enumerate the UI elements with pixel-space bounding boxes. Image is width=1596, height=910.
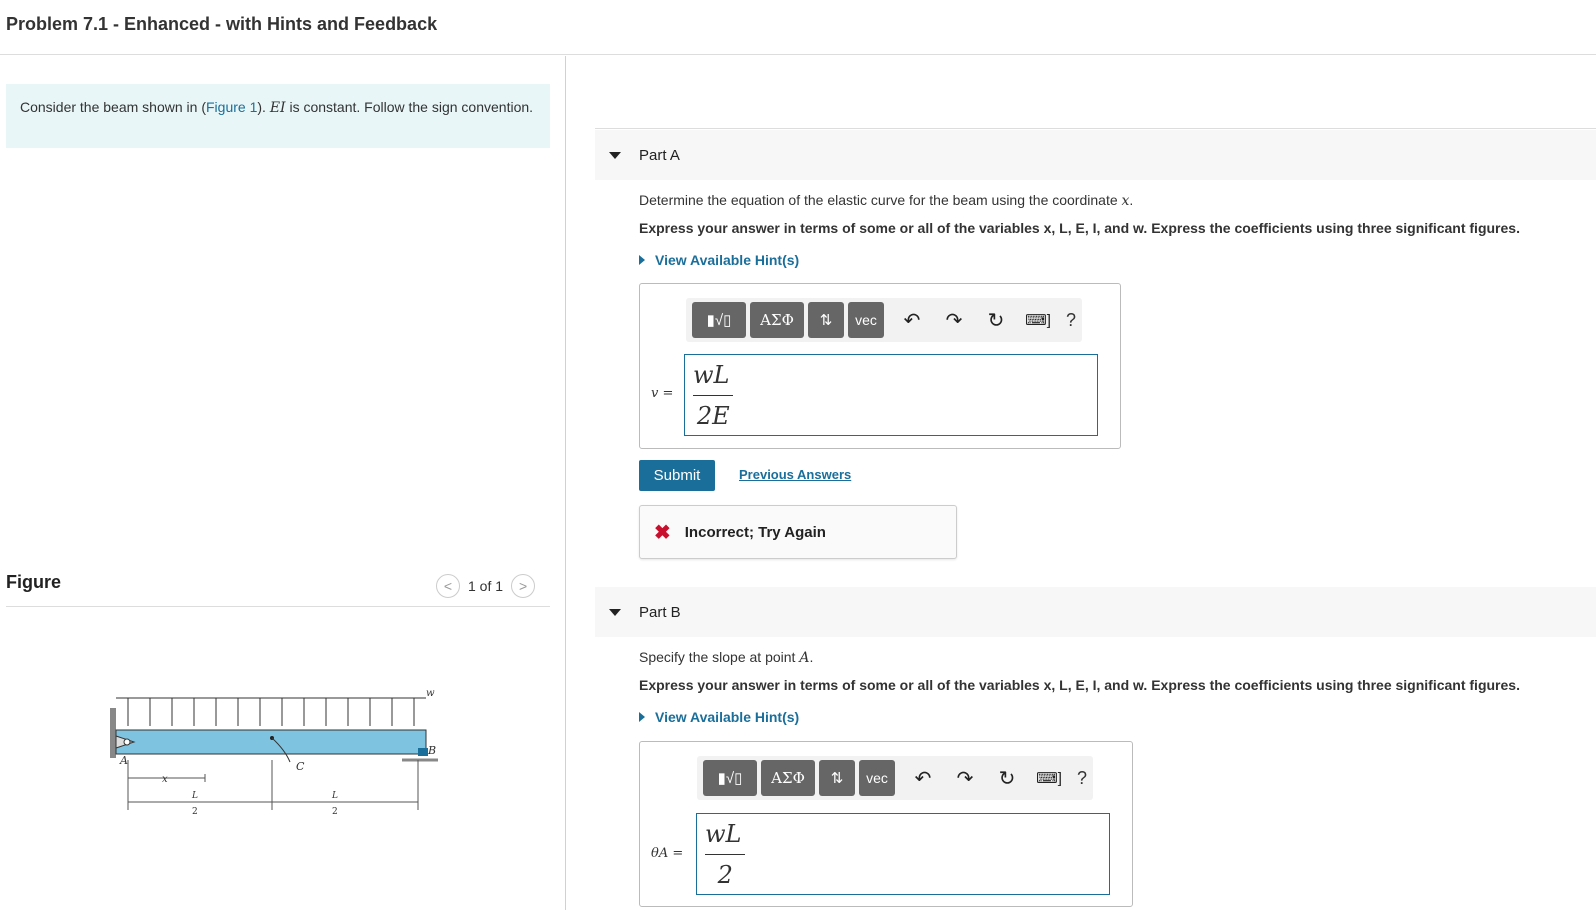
previous-answers-link[interactable]: Previous Answers <box>739 467 851 482</box>
part-b-hints-label: View Available Hint(s) <box>655 709 800 725</box>
keyboard-icon[interactable]: ⌨] <box>1031 760 1067 796</box>
expand-triangle-icon <box>639 255 645 265</box>
vec-button[interactable]: vec <box>859 760 895 796</box>
part-a-hints-label: View Available Hint(s) <box>655 252 800 268</box>
label-b: B <box>427 744 436 757</box>
parts-top-divider <box>595 128 1596 129</box>
pane-divider[interactable] <box>565 56 566 910</box>
collapse-caret-icon[interactable] <box>609 608 621 616</box>
title-divider <box>0 54 1596 55</box>
help-icon[interactable]: ? <box>1077 768 1087 789</box>
prev-figure-button[interactable]: < <box>436 574 460 598</box>
part-a-question-var: x <box>1121 193 1130 209</box>
greek-button[interactable]: ΑΣΦ <box>750 302 804 338</box>
part-a-hints-toggle[interactable]: View Available Hint(s) <box>639 252 799 268</box>
feedback-message: Incorrect; Try Again <box>684 523 826 541</box>
part-b-fraction: wL 2 <box>705 820 745 889</box>
part-a-question-text: Determine the equation of the elastic cu… <box>639 192 1118 208</box>
part-b-var-label: θA = <box>651 846 684 861</box>
intro-text-mid: ). <box>257 99 270 115</box>
beam-figure: w A B C x L 2 L 2 <box>110 690 438 817</box>
part-b-label: Part B <box>639 603 681 621</box>
figure-link[interactable]: Figure 1 <box>206 99 257 115</box>
vec-button[interactable]: vec <box>848 302 884 338</box>
label-l-left: L <box>191 791 198 801</box>
label-2-right: 2 <box>332 807 338 817</box>
label-c: C <box>296 760 305 773</box>
part-b-question-var: A <box>799 650 810 666</box>
part-a-denominator: 2E <box>696 402 730 430</box>
collapse-caret-icon[interactable] <box>609 151 621 159</box>
roller-b <box>418 748 428 756</box>
part-b-numerator: wL <box>705 820 742 848</box>
part-a-fraction: wL 2E <box>693 361 733 430</box>
intro-text-end: is constant. Follow the sign convention. <box>285 99 534 115</box>
help-icon[interactable]: ? <box>1066 310 1076 331</box>
undo-icon[interactable]: ↶ <box>894 302 930 338</box>
label-a: A <box>119 754 128 767</box>
arrows-button[interactable]: ⇅ <box>808 302 844 338</box>
part-b-instruction: Express your answer in terms of some or … <box>639 677 1520 693</box>
figure-title: Figure <box>6 572 62 592</box>
part-b-question: Specify the slope at point A. <box>639 649 814 666</box>
undo-icon[interactable]: ↶ <box>905 760 941 796</box>
part-a-instruction: Express your answer in terms of some or … <box>639 220 1520 236</box>
part-a-math-toolbar: ▮√▯ ΑΣΦ ⇅ vec ↶ ↷ ↻ ⌨] ? <box>686 298 1083 342</box>
wall-support <box>110 708 116 758</box>
submit-button[interactable]: Submit <box>639 460 715 491</box>
label-2-left: 2 <box>192 807 198 817</box>
part-a-label: Part A <box>639 146 680 164</box>
label-l-right: L <box>331 791 338 801</box>
label-x: x <box>162 774 168 785</box>
incorrect-x-icon: ✖ <box>654 521 671 544</box>
distributed-load-arrows <box>127 698 415 726</box>
part-b-answer-input[interactable]: wL 2 <box>696 813 1110 895</box>
pin-a <box>123 738 131 746</box>
part-a-var-label: v = <box>651 386 674 401</box>
part-b-question-text: Specify the slope at point <box>639 649 796 665</box>
expand-triangle-icon <box>639 712 645 722</box>
part-b-hints-toggle[interactable]: View Available Hint(s) <box>639 709 799 725</box>
beam-body <box>115 729 427 755</box>
greek-button[interactable]: ΑΣΦ <box>761 760 815 796</box>
feedback-box: ✖ Incorrect; Try Again <box>639 505 957 559</box>
part-b-header[interactable]: Part B <box>595 587 1596 637</box>
page-title: Problem 7.1 - Enhanced - with Hints and … <box>6 14 438 34</box>
keyboard-icon[interactable]: ⌨] <box>1020 302 1056 338</box>
problem-intro: Consider the beam shown in (Figure 1). E… <box>6 84 550 148</box>
figure-divider <box>6 606 550 607</box>
part-a-question: Determine the equation of the elastic cu… <box>639 192 1134 209</box>
reset-icon[interactable]: ↻ <box>989 760 1025 796</box>
intro-text: Consider the beam shown in ( <box>20 99 206 115</box>
arrows-button[interactable]: ⇅ <box>819 760 855 796</box>
templates-button[interactable]: ▮√▯ <box>692 302 746 338</box>
templates-button[interactable]: ▮√▯ <box>703 760 757 796</box>
label-w: w <box>426 690 435 699</box>
part-a-answer-input[interactable]: wL 2E <box>684 354 1098 436</box>
next-figure-button[interactable]: > <box>511 574 536 598</box>
redo-icon[interactable]: ↷ <box>947 760 983 796</box>
figure-pager: < 1 of 1 > <box>436 574 536 598</box>
part-b-denominator: 2 <box>717 861 733 889</box>
part-b-math-toolbar: ▮√▯ ΑΣΦ ⇅ vec ↶ ↷ ↻ ⌨] ? <box>697 756 1094 800</box>
ei-symbol: EI <box>269 100 286 116</box>
reset-icon[interactable]: ↻ <box>978 302 1014 338</box>
figure-counter: 1 of 1 <box>468 578 504 594</box>
part-a-numerator: wL <box>693 361 730 389</box>
part-a-header[interactable]: Part A <box>595 130 1596 180</box>
redo-icon[interactable]: ↷ <box>936 302 972 338</box>
